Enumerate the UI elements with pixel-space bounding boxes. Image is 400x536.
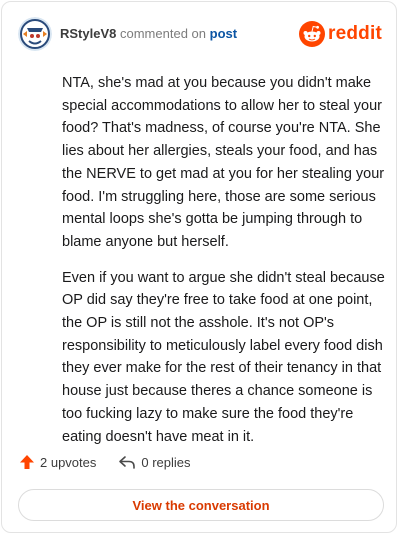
- byline: RStyleV8 commented on post: [60, 26, 237, 42]
- reddit-logo-icon: [299, 21, 326, 47]
- upvotes-stat[interactable]: 2 upvotes: [19, 454, 96, 470]
- avatar[interactable]: [18, 17, 52, 51]
- avatar-image: [18, 17, 52, 51]
- username[interactable]: RStyleV8: [60, 26, 116, 41]
- post-link[interactable]: post: [210, 26, 237, 41]
- comment-body: NTA, she's mad at you because you didn't…: [62, 72, 388, 461]
- replies-stat[interactable]: 0 replies: [118, 454, 191, 470]
- byline-action: commented on: [120, 26, 206, 41]
- view-conversation-button[interactable]: View the conversation: [18, 489, 384, 521]
- comment-header: RStyleV8 commented on post reddit: [18, 16, 382, 52]
- comment-paragraph: NTA, she's mad at you because you didn't…: [62, 75, 385, 250]
- reply-arrow-icon: [119, 456, 136, 469]
- replies-count: 0 replies: [141, 454, 191, 470]
- comment-footer: 2 upvotes 0 replies: [19, 454, 191, 470]
- upvotes-count: 2 upvotes: [40, 454, 97, 470]
- reddit-wordmark: reddit: [328, 23, 382, 44]
- reddit-brand[interactable]: reddit: [299, 21, 382, 47]
- comment-paragraph: Even if you want to argue she didn't ste…: [62, 269, 385, 445]
- upvote-arrow-icon: [20, 455, 34, 469]
- comment-card: RStyleV8 commented on post reddit NTA, s…: [1, 1, 397, 533]
